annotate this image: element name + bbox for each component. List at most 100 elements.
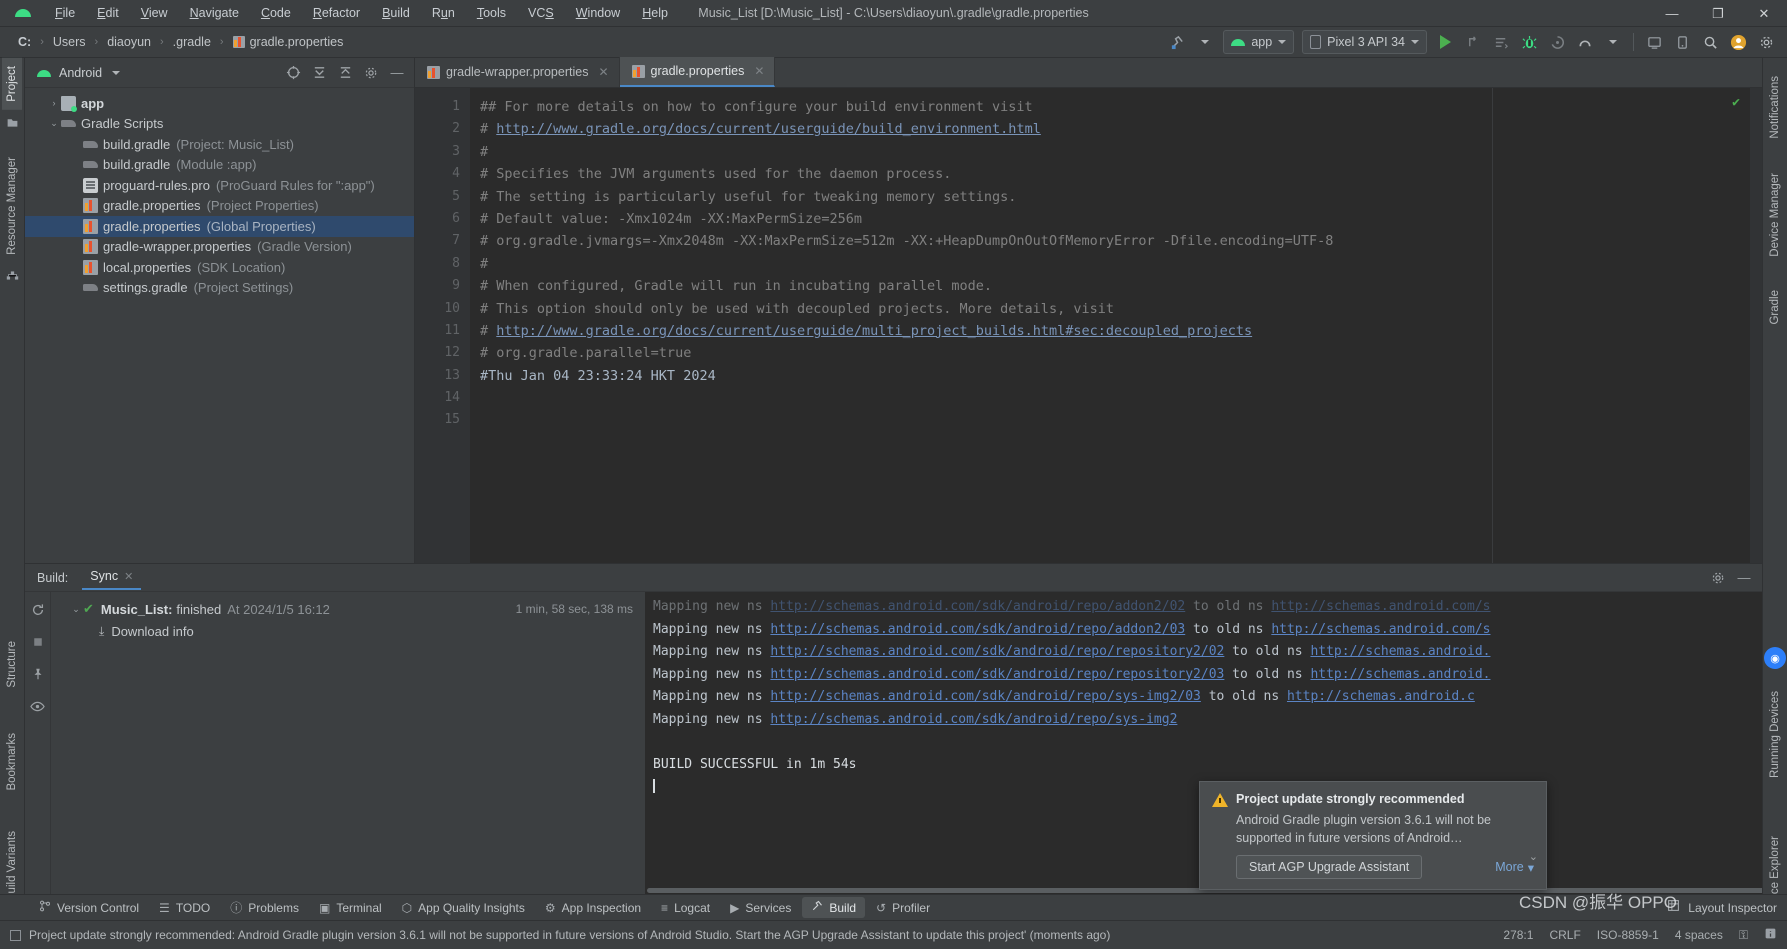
apply-code-changes-button[interactable] xyxy=(1488,30,1514,54)
tool-window-profiler[interactable]: ↺ Profiler xyxy=(867,898,939,918)
hide-build-panel-icon[interactable]: — xyxy=(1732,566,1756,590)
status-message[interactable]: Project update strongly recommended: And… xyxy=(29,928,1110,942)
build-settings-icon[interactable] xyxy=(1706,566,1730,590)
breadcrumb-item-users[interactable]: Users xyxy=(47,33,92,51)
sync-dropdown-caret-icon[interactable] xyxy=(1192,30,1218,54)
debug-icon[interactable] xyxy=(1516,30,1542,54)
menu-window[interactable]: Window xyxy=(565,3,631,23)
menu-help[interactable]: Help xyxy=(631,3,679,23)
menu-build[interactable]: Build xyxy=(371,3,421,23)
hide-panel-icon[interactable]: — xyxy=(386,62,408,84)
stop-build-icon[interactable] xyxy=(28,632,48,652)
project-files-icon[interactable] xyxy=(6,116,19,129)
close-icon[interactable]: ✕ xyxy=(124,570,133,583)
tree-node-local-properties[interactable]: local.properties (SDK Location) xyxy=(25,257,414,278)
run-more-caret-icon[interactable] xyxy=(1600,30,1626,54)
tree-node-proguard-rules[interactable]: proguard-rules.pro (ProGuard Rules for "… xyxy=(25,175,414,196)
console-link[interactable]: http://schemas.android. xyxy=(1310,667,1490,682)
scroll-to-source-icon[interactable] xyxy=(282,62,304,84)
console-link[interactable]: http://schemas.android.com/sdk/android/r… xyxy=(770,689,1200,704)
breadcrumb-item-gradle[interactable]: .gradle xyxy=(167,33,217,51)
breadcrumb-item-diaoyun[interactable]: diaoyun xyxy=(101,33,157,51)
project-view-selector-label[interactable]: Android xyxy=(59,66,102,80)
maximize-button[interactable]: ❐ xyxy=(1695,0,1741,27)
build-root-row[interactable]: ⌄ ✔ Music_List: finished At 2024/1/5 16:… xyxy=(51,598,645,620)
layout-inspector-icon[interactable] xyxy=(1667,899,1680,917)
pin-icon[interactable] xyxy=(28,664,48,684)
tool-window-logcat[interactable]: ≡ Logcat xyxy=(652,898,719,918)
console-link[interactable]: http://schemas.android. xyxy=(1310,644,1490,659)
avd-manager-icon[interactable] xyxy=(1669,30,1695,54)
tree-node-gradle-scripts[interactable]: ⌄ Gradle Scripts xyxy=(25,114,414,135)
settings-gear-icon[interactable] xyxy=(1753,30,1779,54)
line-separator[interactable]: CRLF xyxy=(1549,928,1580,942)
console-link[interactable]: http://schemas.android.com/sdk/android/r… xyxy=(770,712,1177,727)
close-icon[interactable]: ✕ xyxy=(598,65,608,79)
run-button[interactable] xyxy=(1432,30,1458,54)
sdk-manager-icon[interactable] xyxy=(1641,30,1667,54)
close-icon[interactable]: ✕ xyxy=(754,64,764,78)
status-checkbox-icon[interactable] xyxy=(10,929,21,941)
console-link[interactable]: http://schemas.android.com/sdk/android/r… xyxy=(770,622,1185,637)
sidebar-item-device-manager[interactable]: Device Manager xyxy=(1765,165,1785,265)
menu-view[interactable]: View xyxy=(130,3,179,23)
minimize-button[interactable]: — xyxy=(1649,0,1695,27)
chevron-down-icon[interactable]: ⌄ xyxy=(47,118,61,129)
tool-window-app-inspection[interactable]: ⚙ App Inspection xyxy=(536,898,650,918)
menu-code[interactable]: Code xyxy=(250,3,302,23)
sidebar-item-gradle[interactable]: Gradle xyxy=(1765,282,1785,333)
tool-window-app-quality-insights[interactable]: ⬡ App Quality Insights xyxy=(393,898,534,918)
menu-run[interactable]: Run xyxy=(421,3,466,23)
menu-tools[interactable]: Tools xyxy=(466,3,517,23)
close-button[interactable]: ✕ xyxy=(1741,0,1787,27)
start-agp-upgrade-assistant-button[interactable]: Start AGP Upgrade Assistant xyxy=(1236,855,1423,879)
menu-refactor[interactable]: Refactor xyxy=(302,3,371,23)
tool-window-problems[interactable]: ⓘ Problems xyxy=(221,896,308,919)
code-link[interactable]: http://www.gradle.org/docs/current/userg… xyxy=(496,323,1252,339)
editor-scrollbar[interactable] xyxy=(1750,88,1762,563)
tree-node-app[interactable]: › app xyxy=(25,93,414,114)
run-configuration-selector[interactable]: app xyxy=(1223,30,1295,54)
breadcrumb-item-drive[interactable]: C: xyxy=(12,33,37,51)
tool-window-services[interactable]: ▶ Services xyxy=(721,898,800,918)
tool-window-terminal[interactable]: ▣ Terminal xyxy=(310,898,391,918)
sidebar-item-notifications[interactable]: Notifications xyxy=(1765,68,1785,147)
gradle-sync-icon[interactable] xyxy=(1164,30,1190,54)
expand-all-icon[interactable] xyxy=(308,62,330,84)
project-settings-icon[interactable] xyxy=(360,62,382,84)
tab-gradle-properties[interactable]: gradle.properties ✕ xyxy=(619,57,776,87)
tool-window-build[interactable]: Build xyxy=(802,897,866,918)
console-link[interactable]: http://schemas.android.com/s xyxy=(1271,622,1490,637)
notification-collapse-icon[interactable]: ⌄ xyxy=(1529,850,1538,863)
device-selector[interactable]: Pixel 3 API 34 xyxy=(1302,30,1427,54)
tool-window-version-control[interactable]: Version Control xyxy=(30,897,148,918)
build-child-row-download-info[interactable]: ⤓ Download info xyxy=(51,620,645,642)
sidebar-item-project[interactable]: Project xyxy=(2,58,22,110)
console-link[interactable]: http://schemas.android.com/sdk/android/r… xyxy=(770,599,1185,614)
restart-build-icon[interactable] xyxy=(28,600,48,620)
sidebar-item-structure[interactable]: Structure xyxy=(2,633,22,696)
search-icon[interactable] xyxy=(1697,30,1723,54)
toggle-view-icon[interactable] xyxy=(28,696,48,716)
tab-gradle-wrapper-properties[interactable]: gradle-wrapper.properties ✕ xyxy=(415,57,620,87)
menu-file[interactable]: File xyxy=(44,3,86,23)
menu-edit[interactable]: Edit xyxy=(86,3,130,23)
tree-node-build-gradle-project[interactable]: build.gradle (Project: Music_List) xyxy=(25,134,414,155)
menu-navigate[interactable]: Navigate xyxy=(179,3,250,23)
event-log-icon[interactable] xyxy=(1764,927,1777,943)
tree-node-gradle-properties-project[interactable]: gradle.properties (Project Properties) xyxy=(25,196,414,217)
console-link[interactable]: http://schemas.android.c xyxy=(1287,689,1475,704)
console-link[interactable]: http://schemas.android.com/s xyxy=(1271,599,1490,614)
tree-node-gradle-properties-global[interactable]: gradle.properties (Global Properties) xyxy=(25,216,414,237)
file-encoding[interactable]: ISO-8859-1 xyxy=(1597,928,1659,942)
indent-setting[interactable]: 4 spaces xyxy=(1675,928,1723,942)
console-link[interactable]: http://schemas.android.com/sdk/android/r… xyxy=(770,644,1224,659)
tab-sync[interactable]: Sync ✕ xyxy=(82,565,142,590)
tree-node-build-gradle-module[interactable]: build.gradle (Module :app) xyxy=(25,155,414,176)
lock-icon[interactable]: ⚿ xyxy=(1739,928,1748,943)
more-run-actions-icon[interactable] xyxy=(1572,30,1598,54)
menu-vcs[interactable]: VCS xyxy=(517,3,565,23)
inspection-status-icon[interactable]: ✔ xyxy=(1732,95,1740,110)
caret-position[interactable]: 278:1 xyxy=(1503,928,1533,942)
chevron-right-icon[interactable]: › xyxy=(47,98,61,108)
